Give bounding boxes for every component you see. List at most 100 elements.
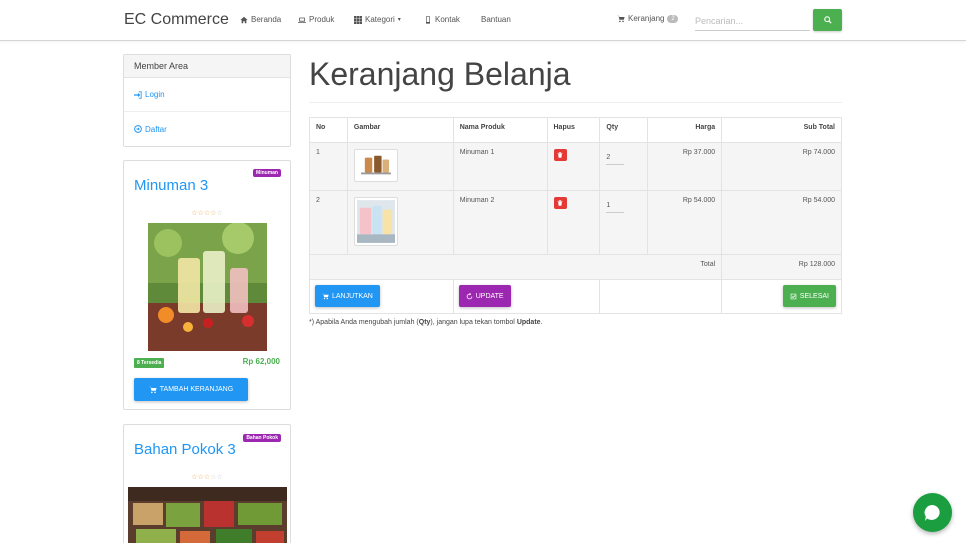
cell-no: 1 [309,142,348,191]
cell-product-name[interactable]: Minuman 1 [452,142,548,191]
delete-button[interactable] [553,149,567,161]
continue-shopping-button[interactable]: LANJUTKAN [315,285,380,307]
category-tag[interactable]: Minuman [253,169,281,177]
total-label: Total [308,254,723,280]
finish-cell: SELESAI [721,279,842,314]
stock-badge: 8 Tersedia [134,358,165,368]
nav-beranda-label: Beranda [251,15,282,24]
cell-subtotal: Rp 54.000 [721,190,842,255]
note-middle: ), jangan lupa tekan tombol [430,319,517,326]
product-card: Minuman Minuman 3 ☆☆☆☆☆ 8 Tersedia Rp 62… [123,160,291,410]
search-icon [823,16,832,24]
nav-kategori-label: Kategori [365,15,395,24]
update-button[interactable]: UPDATE [458,285,511,307]
chat-button[interactable] [913,493,952,532]
cell-product-name[interactable]: Minuman 2 [452,190,548,255]
total-value: Rp 128.000 [721,254,842,280]
nav-beranda[interactable]: Beranda [240,15,281,24]
nav-bantuan-label: Bantuan [481,15,511,24]
nav-cart[interactable]: Keranjang 2 [617,14,679,23]
table-row: 1 Minuman 1 Rp 37.000 Rp 74.0 [309,142,842,191]
add-to-cart-label: TAMBAH KERANJANG [159,386,234,393]
login-link[interactable]: Login [124,78,290,112]
cell-price: Rp 54.000 [647,190,723,255]
add-to-cart-button[interactable]: TAMBAH KERANJANG [134,378,248,401]
cart-count-badge: 2 [667,14,679,23]
nav-produk[interactable]: Produk [298,15,334,24]
search-button[interactable] [813,9,842,31]
trash-icon [557,152,563,158]
product-image[interactable] [148,223,267,351]
nav-produk-label: Produk [309,15,335,24]
page-title: Keranjang Belanja [309,56,571,92]
note-qty: Qty [418,319,431,326]
cell-delete [546,142,601,191]
col-hapus: Hapus [546,117,601,143]
nav-kategori[interactable]: Kategori ▾ [354,15,401,24]
arrow-circle-right-icon [134,125,142,133]
cart-icon [617,15,625,22]
col-nama-produk: Nama Produk [452,117,548,143]
nav-kontak-label: Kontak [435,15,460,24]
search-input[interactable] [695,12,810,31]
cart-icon [148,386,157,393]
phone-icon [426,15,430,24]
actions-row: LANJUTKAN UPDATE SELESAI [309,279,842,314]
note-update: Update [516,319,541,326]
laptop-icon [298,17,306,23]
update-cell: UPDATE [452,279,601,314]
cell-price: Rp 37.000 [647,142,723,191]
nav-cart-label: Keranjang [628,14,665,23]
continue-cell: LANJUTKAN [309,279,454,314]
product-title[interactable]: Minuman 3 [134,177,208,194]
product-thumbnail[interactable] [353,197,398,246]
qty-input[interactable] [606,151,625,165]
col-qty: Qty [599,117,649,143]
refresh-icon [466,292,473,299]
grid-icon [354,15,362,24]
empty-cell [599,279,723,314]
cell-no: 2 [309,190,348,255]
cell-delete [546,190,601,255]
table-row: 2 Minuman 2 Rp 54.000 Rp 54.0 [309,190,842,255]
home-icon [240,16,248,23]
nav-bantuan[interactable]: Bantuan [481,15,511,24]
title-divider [309,102,842,103]
cell-image [346,190,454,255]
cell-image [346,142,454,191]
nav-kontak[interactable]: Kontak [424,15,460,24]
table-header-row: No Gambar Nama Produk Hapus Qty Harga Su… [309,117,842,143]
category-tag[interactable]: Bahan Pokok [243,434,281,442]
trash-icon [557,200,563,206]
product-image[interactable] [128,487,287,543]
total-row: Total Rp 128.000 [308,254,842,280]
cell-qty [599,190,649,255]
caret-down-icon: ▾ [397,17,401,23]
member-area-panel: Member Area Login Daftar [123,54,291,147]
product-card: Bahan Pokok Bahan Pokok 3 ☆☆☆☆☆ [123,424,291,543]
rating-stars: ☆☆☆☆☆ [191,210,223,217]
col-subtotal: Sub Total [721,117,842,143]
rating-stars: ☆☆☆☆☆ [191,474,223,481]
register-label: Daftar [145,124,167,134]
finish-button[interactable]: SELESAI [782,285,836,307]
finish-label: SELESAI [799,292,829,300]
chat-bubble-icon [924,504,940,521]
product-thumbnail[interactable] [353,149,398,182]
cell-qty [599,142,649,191]
note-suffix: . [540,319,543,326]
cart-table: No Gambar Nama Produk Hapus Qty Harga Su… [308,117,842,314]
continue-label: LANJUTKAN [332,292,373,300]
product-title[interactable]: Bahan Pokok 3 [134,441,236,458]
brand-logo[interactable]: EC Commerce [124,11,229,29]
product-price: Rp 62,000 [242,357,280,366]
register-link[interactable]: Daftar [124,112,290,146]
member-area-title: Member Area [124,55,290,78]
note-prefix: *) Apabila Anda mengubah jumlah ( [309,319,419,326]
col-no: No [309,117,348,143]
qty-input[interactable] [606,199,625,213]
delete-button[interactable] [553,197,567,209]
navbar: EC Commerce Beranda Produk Kategori ▾ Ko… [0,0,966,41]
check-square-icon [790,293,797,299]
cart-icon [322,293,329,299]
